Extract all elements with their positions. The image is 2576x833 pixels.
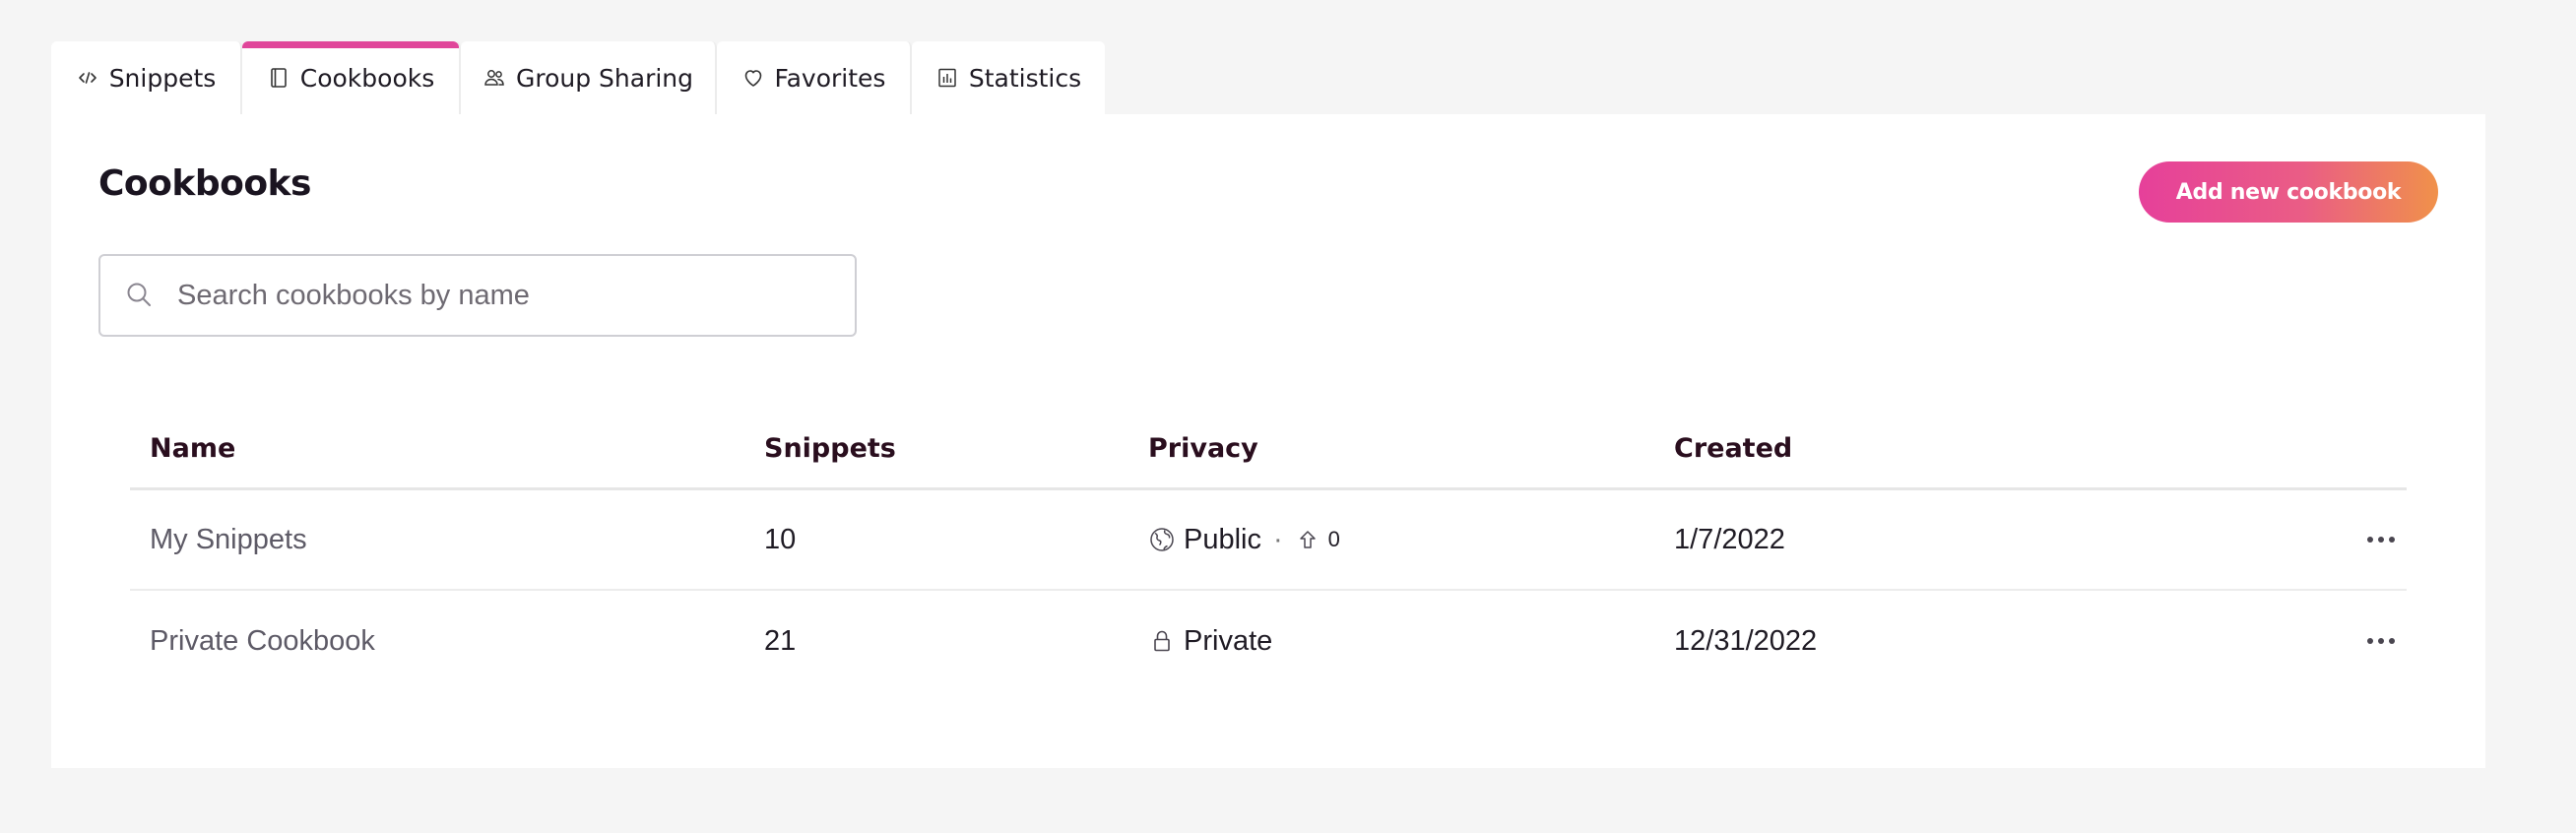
code-icon [76,66,99,90]
tab-group-sharing[interactable]: Group Sharing [461,41,717,114]
globe-icon [1148,526,1176,553]
tab-label: Snippets [108,63,217,93]
tab-cookbooks[interactable]: Cookbooks [242,41,461,114]
snippet-count: 10 [764,523,797,555]
privacy-cell: Public · 0 [1148,490,1340,589]
cookbooks-table: Name Snippets Privacy Created My Snippet… [130,410,2407,691]
tab-statistics[interactable]: Statistics [912,41,1105,114]
privacy-cell: Private [1148,591,1272,691]
add-new-cookbook-button[interactable]: Add new cookbook [2139,161,2438,223]
cookbooks-panel: Cookbooks Add new cookbook Name Snippets… [51,114,2485,768]
more-options-icon[interactable] [2357,628,2405,654]
tab-snippets[interactable]: Snippets [51,41,242,114]
bar-chart-icon [935,66,959,90]
arrow-up-icon [1299,531,1316,548]
privacy-label: Private [1184,624,1273,657]
table-row[interactable]: My Snippets 10 Public · 0 1/7/2022 [130,490,2407,591]
cookbook-name[interactable]: My Snippets [150,490,307,589]
column-header-name[interactable]: Name [150,410,235,487]
row-actions [2357,591,2405,691]
privacy-label: Public [1184,523,1261,555]
search-input[interactable] [175,278,809,313]
tab-label: Cookbooks [299,63,435,93]
upvote-button[interactable]: 0 [1297,527,1340,552]
search-icon [124,280,156,311]
tab-label: Favorites [774,63,886,93]
column-header-privacy[interactable]: Privacy [1148,410,1258,487]
tab-label: Group Sharing [515,63,694,93]
tab-favorites[interactable]: Favorites [717,41,912,114]
page-title: Cookbooks [98,163,311,204]
heart-icon [741,66,765,90]
users-icon [483,66,506,90]
more-options-icon[interactable] [2357,527,2405,552]
column-header-created[interactable]: Created [1674,410,1792,487]
lock-icon [1148,627,1176,655]
created-date: 1/7/2022 [1674,523,1785,555]
table-header: Name Snippets Privacy Created [130,410,2407,490]
snippet-count: 21 [764,624,797,657]
upvote-count: 0 [1327,527,1340,551]
search-box[interactable] [98,254,857,337]
tab-label: Statistics [968,63,1082,93]
row-actions [2357,490,2405,589]
tab-bar: Snippets Cookbooks Group Sharing Favorit… [51,41,1105,114]
separator-dot: · [1273,523,1283,555]
created-date: 12/31/2022 [1674,624,1818,657]
book-icon [267,66,290,90]
column-header-snippets[interactable]: Snippets [764,410,896,487]
cookbook-name[interactable]: Private Cookbook [150,591,375,691]
table-row[interactable]: Private Cookbook 21 Private 12/31/2022 [130,591,2407,691]
